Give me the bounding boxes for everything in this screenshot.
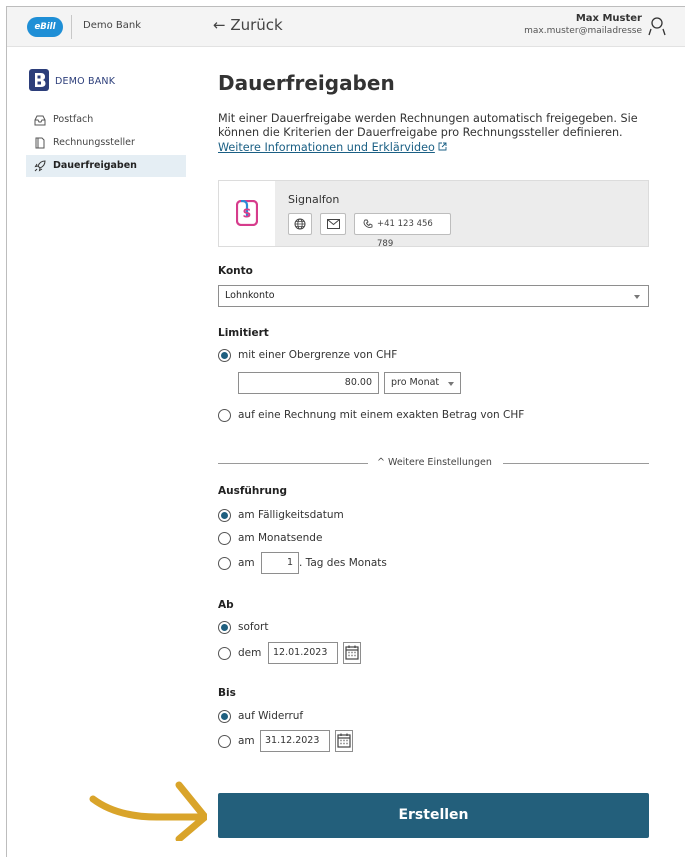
radio-faelligkeitsdatum[interactable]	[218, 509, 231, 522]
day-of-month-input[interactable]: 1	[261, 552, 299, 574]
external-link-icon[interactable]	[438, 142, 447, 151]
info-link[interactable]: Weitere Informationen und Erklärvideo	[218, 141, 435, 154]
divider-right	[503, 463, 649, 464]
radio-widerruf[interactable]	[218, 710, 231, 723]
globe-icon	[294, 218, 306, 230]
sidebar-item-label: Postfach	[53, 114, 94, 125]
radio-ab-datum-label[interactable]: dem	[238, 647, 261, 659]
more-settings-label: Weitere Einstellungen	[387, 457, 492, 468]
bis-label: Bis	[218, 687, 236, 699]
ebill-logo[interactable]: eBill	[27, 17, 63, 37]
phone-number: +41 123 456 789	[377, 219, 433, 249]
mail-icon	[327, 219, 340, 229]
day-of-month-suffix: . Tag des Monats	[299, 557, 387, 569]
konto-select[interactable]: Lohnkonto	[218, 285, 649, 307]
sidebar-item-dauerfreigaben[interactable]: Dauerfreigaben	[26, 155, 186, 177]
period-select[interactable]: pro Monat	[384, 372, 461, 394]
page-title: Dauerfreigaben	[218, 71, 395, 95]
radio-obergrenze-label[interactable]: mit einer Obergrenze von CHF	[238, 349, 397, 361]
start-date-input[interactable]: 12.01.2023	[268, 642, 338, 664]
user-name: Max Muster	[575, 13, 642, 24]
radio-sofort-label[interactable]: sofort	[238, 621, 268, 633]
sidebar-item-label: Rechnungssteller	[53, 137, 135, 148]
radio-faelligkeitsdatum-label[interactable]: am Fälligkeitsdatum	[238, 509, 344, 521]
more-settings-toggle[interactable]: ^ Weitere Einstellungen	[373, 457, 496, 468]
phone-icon	[363, 219, 373, 228]
email-button[interactable]	[320, 213, 346, 235]
ab-label: Ab	[218, 599, 234, 611]
amount-input[interactable]: 80.00	[238, 372, 379, 394]
radio-exakter-betrag[interactable]	[218, 409, 231, 422]
radio-tag-des-monats[interactable]	[218, 557, 231, 570]
radio-monatsende[interactable]	[218, 532, 231, 545]
brand-divider	[71, 15, 72, 39]
sidebar-item-rechnungssteller[interactable]: Rechnungssteller	[26, 132, 186, 154]
svg-text:S: S	[243, 207, 252, 221]
radio-tag-prefix[interactable]: am	[238, 557, 255, 569]
konto-value: Lohnkonto	[225, 290, 275, 301]
demo-bank-logo-icon	[29, 69, 49, 91]
intro-text: Mit einer Dauerfreigabe werden Rechnunge…	[218, 112, 658, 155]
divider-left	[218, 463, 368, 464]
user-email: max.muster@mailadresse	[524, 26, 642, 36]
arrow-annotation-icon	[89, 781, 207, 841]
user-icon[interactable]	[648, 16, 666, 36]
sidebar-item-label: Dauerfreigaben	[53, 160, 137, 171]
rocket-icon	[34, 160, 46, 172]
create-button[interactable]: Erstellen	[218, 793, 649, 838]
website-button[interactable]	[288, 213, 312, 235]
app-window: eBill Demo Bank ← Zurück Max Muster max.…	[6, 6, 685, 857]
chevron-down-icon	[634, 295, 640, 299]
end-date-input[interactable]: 31.12.2023	[260, 730, 330, 752]
limitiert-label: Limitiert	[218, 327, 269, 339]
bank-name: Demo Bank	[83, 20, 142, 31]
sidebar-item-postfach[interactable]: Postfach	[26, 109, 186, 131]
radio-obergrenze[interactable]	[218, 349, 231, 362]
radio-sofort[interactable]	[218, 621, 231, 634]
biller-logo: S	[219, 181, 275, 246]
calendar-icon[interactable]	[335, 730, 353, 752]
radio-monatsende-label[interactable]: am Monatsende	[238, 532, 322, 544]
chevron-down-icon	[448, 382, 454, 386]
inbox-icon	[34, 115, 46, 126]
intro-paragraph: Mit einer Dauerfreigabe werden Rechnunge…	[218, 112, 638, 140]
radio-bis-datum[interactable]	[218, 735, 231, 748]
konto-label: Konto	[218, 265, 253, 277]
calendar-icon[interactable]	[343, 642, 361, 664]
top-bar: eBill Demo Bank ← Zurück Max Muster max.…	[7, 7, 685, 47]
sidebar-brand: DEMO BANK	[55, 76, 116, 87]
phone-button[interactable]: +41 123 456 789	[354, 213, 451, 249]
biller-name: Signalfon	[288, 193, 340, 206]
radio-exakter-betrag-label[interactable]: auf eine Rechnung mit einem exakten Betr…	[238, 409, 524, 421]
biller-card: S Signalfon +41 123 456 789	[218, 180, 649, 249]
signalfon-logo-icon: S	[236, 200, 258, 226]
chevron-up-icon: ^	[377, 457, 388, 468]
document-icon	[35, 137, 45, 149]
ausfuehrung-label: Ausführung	[218, 485, 288, 497]
radio-widerruf-label[interactable]: auf Widerruf	[238, 710, 303, 722]
back-link[interactable]: ← Zurück	[213, 16, 283, 34]
period-value: pro Monat	[391, 377, 440, 388]
radio-bis-datum-label[interactable]: am	[238, 735, 255, 747]
radio-ab-datum[interactable]	[218, 647, 231, 660]
